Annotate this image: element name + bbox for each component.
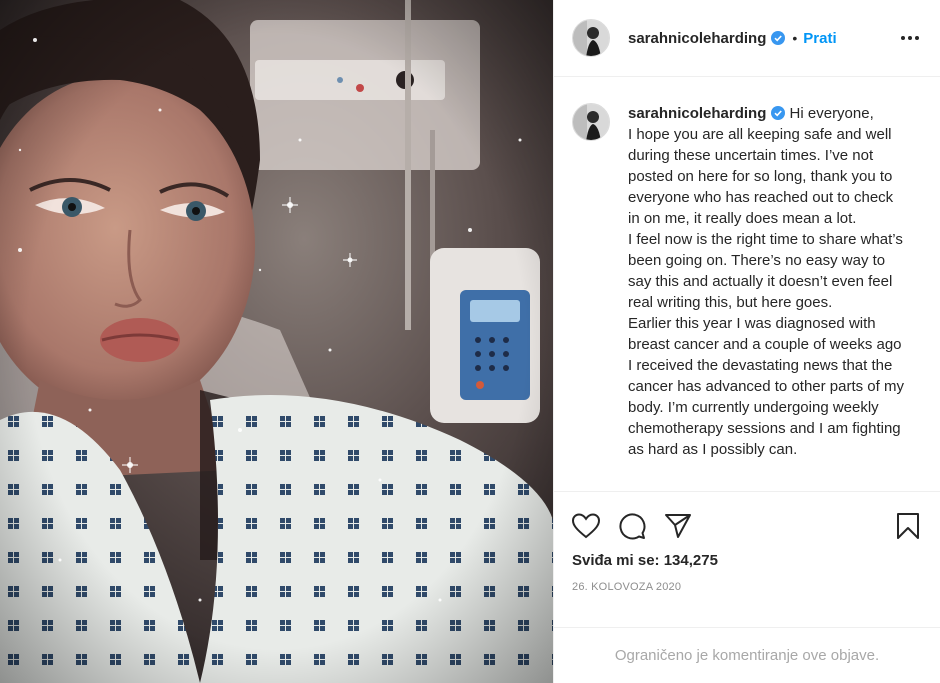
post-photo[interactable]	[0, 0, 553, 683]
hospital-selfie-image	[0, 0, 553, 683]
more-options-icon[interactable]	[898, 26, 922, 50]
post-details-panel: sarahnicoleharding • Prati sarahnicoleha…	[553, 0, 940, 683]
heart-icon[interactable]	[570, 510, 602, 542]
header-separator: •	[792, 30, 798, 46]
caption-section: sarahnicoleharding Hi everyone, I hope y…	[554, 77, 940, 491]
verified-badge-icon	[771, 105, 786, 120]
bookmark-icon[interactable]	[892, 510, 924, 542]
post-date[interactable]: 26. KOLOVOZA 2020	[554, 569, 940, 593]
caption-avatar[interactable]	[572, 103, 610, 141]
post-caption: sarahnicoleharding Hi everyone, I hope y…	[628, 103, 906, 491]
follow-button[interactable]: Prati	[803, 30, 836, 47]
comments-limited-notice: Ograničeno je komentiranje ove objave.	[554, 627, 940, 683]
caption-paragraph-2: I feel now is the right time to share wh…	[628, 231, 903, 311]
avatar-image	[573, 104, 609, 140]
comment-icon[interactable]	[616, 510, 648, 542]
caption-paragraph-1: I hope you are all keeping safe and well…	[628, 126, 894, 227]
likes-count[interactable]: Sviđa mi se: 134,275	[554, 548, 940, 569]
instagram-post: sarahnicoleharding • Prati sarahnicoleha…	[0, 0, 940, 683]
caption-paragraph-3: Earlier this year I was diagnosed with b…	[628, 315, 904, 458]
post-actions-section: Sviđa mi se: 134,275 26. KOLOVOZA 2020 O…	[554, 491, 940, 683]
avatar-image	[573, 20, 609, 56]
action-bar	[554, 492, 940, 548]
post-author-username[interactable]: sarahnicoleharding	[628, 30, 766, 47]
post-header: sarahnicoleharding • Prati	[554, 0, 940, 77]
paper-plane-icon[interactable]	[662, 510, 694, 542]
caption-username[interactable]: sarahnicoleharding	[628, 105, 766, 122]
verified-badge-icon	[771, 31, 786, 45]
caption-line-greeting: Hi everyone,	[789, 105, 874, 122]
avatar[interactable]	[572, 19, 610, 57]
